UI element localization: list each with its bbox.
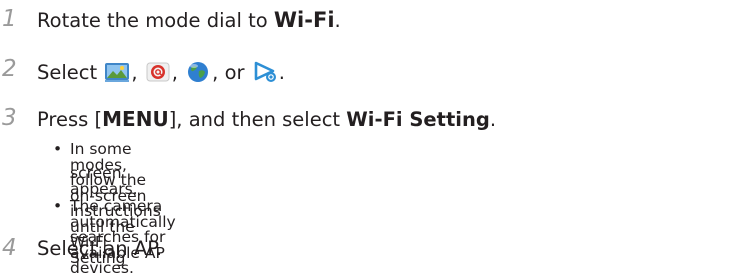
step-2-text-after: . xyxy=(278,61,285,84)
menu-key-label: MENU xyxy=(102,107,169,131)
allshare-play-icon xyxy=(252,60,278,84)
step-1-text-after: . xyxy=(334,9,341,32)
step-2-sep-3: , or xyxy=(212,61,251,84)
step-number: 2 xyxy=(2,56,17,82)
step-1-text-before: Rotate the mode dial to xyxy=(37,9,274,32)
email-icon xyxy=(145,60,171,84)
photo-beam-icon xyxy=(104,60,130,84)
step-3-text-mid: ], and then select xyxy=(168,108,347,131)
step-2-sep-1: , xyxy=(131,61,144,84)
bullet-mark: • xyxy=(53,197,63,215)
step-2-text-before: Select xyxy=(37,61,104,84)
step-3-text-after: . xyxy=(489,108,497,131)
step-number: 4 xyxy=(2,235,17,261)
step-number: 1 xyxy=(2,6,17,32)
step-text: Press [MENU], and then select Wi-Fi Sett… xyxy=(37,109,496,130)
step-text: Select , , , or . xyxy=(37,60,285,84)
wifi-mode-label: Wi-Fi xyxy=(273,8,335,32)
bullet-text: screen appears. xyxy=(70,164,138,198)
step-2-sep-2: , xyxy=(171,61,185,84)
step-number: 3 xyxy=(2,105,17,131)
step-text: Rotate the mode dial to Wi-Fi. xyxy=(37,10,341,31)
step-3-text-before: Press [ xyxy=(37,108,103,131)
wifi-setting-label: Wi-Fi Setting xyxy=(346,108,490,131)
step-text: Select an AP. xyxy=(37,237,163,260)
bullet-mark: • xyxy=(53,140,63,158)
globe-sns-icon xyxy=(185,60,211,84)
